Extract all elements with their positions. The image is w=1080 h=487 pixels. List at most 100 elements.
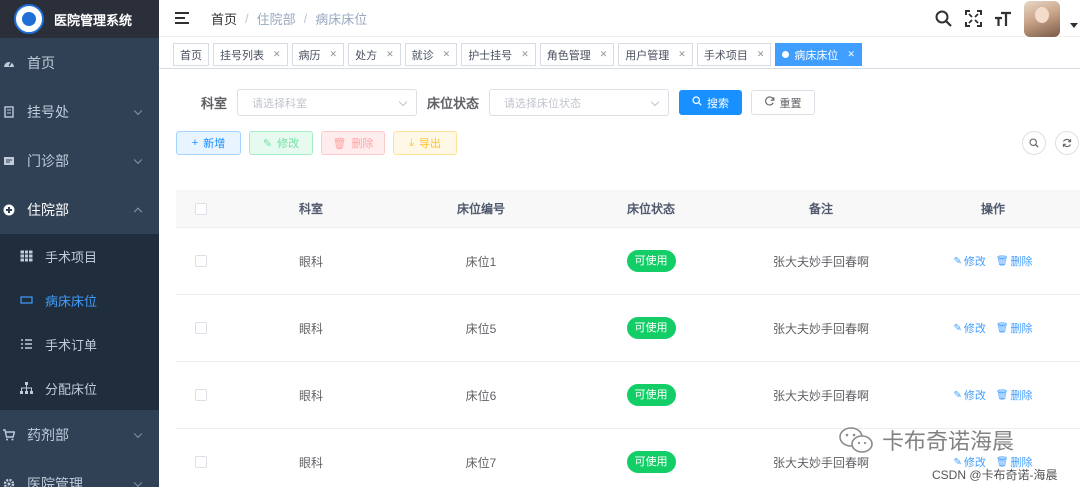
- close-icon[interactable]: ✕: [678, 49, 686, 60]
- cell-dept: 眼科: [298, 254, 323, 269]
- refresh-table-button[interactable]: [1055, 131, 1079, 155]
- tag-surgery-projects[interactable]: 手术项目 ✕: [696, 43, 772, 66]
- sidebar-item-inpatient[interactable]: 住院部: [0, 185, 159, 234]
- tag-role-management[interactable]: 角色管理 ✕: [539, 43, 615, 66]
- export-button-label: 导出: [418, 138, 441, 150]
- close-icon[interactable]: ✕: [757, 49, 765, 60]
- chevron-down-icon: [133, 155, 143, 164]
- tag-home[interactable]: 首页: [173, 43, 209, 66]
- row-delete-link[interactable]: 🗑 删除: [996, 320, 1033, 336]
- dept-select[interactable]: 请选择科室: [237, 89, 418, 116]
- avatar[interactable]: [1024, 1, 1060, 37]
- status-badge: 可使用: [626, 451, 676, 473]
- search-icon[interactable]: [934, 10, 952, 28]
- search-button[interactable]: 搜索: [679, 90, 743, 115]
- submenu-inpatient: 手术项目 病床床位 手术订单 分配床位: [0, 234, 159, 410]
- close-icon[interactable]: ✕: [386, 49, 394, 60]
- tag-label: 角色管理: [546, 49, 591, 62]
- close-icon[interactable]: ✕: [330, 49, 338, 60]
- tag-label: 病历: [298, 49, 321, 62]
- tag-visit[interactable]: 就诊 ✕: [404, 43, 458, 66]
- tag-label: 病床床位: [794, 49, 839, 62]
- sidebar-item-home[interactable]: 首页: [0, 38, 159, 87]
- close-icon[interactable]: ✕: [847, 49, 855, 60]
- register-icon: [3, 105, 15, 118]
- font-size-icon[interactable]: [994, 10, 1012, 28]
- status-select[interactable]: 请选择床位状态: [489, 89, 670, 116]
- trash-icon: 🗑: [332, 137, 347, 150]
- row-edit-link[interactable]: ✎ 修改: [953, 387, 985, 403]
- search-form: 科室 请选择科室 床位状态 请选择床位状态 搜索 重置: [201, 89, 816, 116]
- breadcrumb-item[interactable]: 首页: [211, 9, 237, 28]
- chevron-down-icon: [650, 97, 660, 107]
- list-icon: [20, 338, 33, 351]
- sidebar-item-pharmacy[interactable]: 药剂部: [0, 410, 159, 459]
- reset-button-label: 重置: [779, 97, 802, 110]
- tag-nurse-register[interactable]: 护士挂号 ✕: [461, 43, 536, 66]
- cell-dept: 眼科: [298, 388, 323, 403]
- row-delete-link[interactable]: 🗑 删除: [996, 387, 1033, 403]
- sidebar-item-register[interactable]: 挂号处: [0, 87, 159, 136]
- tag-register-list[interactable]: 挂号列表 ✕: [213, 43, 288, 66]
- tag-user-management[interactable]: 用户管理 ✕: [618, 43, 693, 66]
- status-badge: 可使用: [626, 317, 676, 339]
- table-header: 科室 床位编号 床位状态 备注 操作: [176, 190, 1080, 228]
- search-icon: [1029, 138, 1039, 148]
- download-icon: ⤓: [409, 136, 414, 149]
- chevron-down-icon: [133, 478, 143, 487]
- tag-label: 就诊: [411, 49, 434, 62]
- reset-button[interactable]: 重置: [751, 90, 816, 115]
- caret-down-icon[interactable]: [1070, 23, 1078, 28]
- app-logo[interactable]: 医院管理系统: [0, 0, 159, 38]
- close-icon[interactable]: ✕: [273, 49, 281, 60]
- tag-medical-record[interactable]: 病历 ✕: [291, 43, 345, 66]
- row-checkbox[interactable]: [195, 322, 207, 334]
- cell-bed: 床位6: [465, 388, 497, 403]
- sidebar-item-clinic[interactable]: 门诊部: [0, 136, 159, 185]
- row-delete-link[interactable]: 🗑 删除: [996, 253, 1033, 269]
- close-icon[interactable]: ✕: [600, 49, 608, 60]
- row-checkbox[interactable]: [195, 255, 207, 267]
- tag-beds[interactable]: 病床床位 ✕: [775, 43, 862, 66]
- cell-bed: 床位5: [465, 321, 497, 336]
- row-edit-link[interactable]: ✎ 修改: [953, 320, 985, 336]
- edit-icon: ✎: [953, 389, 962, 401]
- delete-button[interactable]: 🗑 删除: [321, 131, 385, 155]
- sidebar-item-label: 药剂部: [27, 426, 69, 443]
- sidebar-item-hospital-management[interactable]: 医院管理: [0, 459, 159, 487]
- sidebar-item-surgery-projects[interactable]: 手术项目: [0, 234, 159, 278]
- clinic-icon: [3, 155, 15, 167]
- cell-bed: 床位1: [465, 254, 497, 269]
- refresh-icon: [764, 96, 775, 109]
- sidebar-item-label: 住院部: [27, 201, 69, 218]
- tag-label: 处方: [355, 49, 378, 62]
- tree-icon: [20, 382, 33, 395]
- sidebar-item-beds[interactable]: 病床床位: [0, 278, 159, 322]
- sidebar-item-surgery-orders[interactable]: 手术订单: [0, 322, 159, 366]
- add-button[interactable]: + 新增: [176, 131, 241, 155]
- toggle-search-button[interactable]: [1022, 131, 1046, 155]
- hamburger-icon[interactable]: [175, 12, 189, 24]
- table-row: 眼科 床位1 可使用 张大夫妙手回春啊 ✎ 修改 🗑 删除: [176, 228, 1080, 295]
- watermark-text: 卡布奇诺海晨: [882, 429, 1015, 454]
- row-checkbox[interactable]: [195, 456, 207, 468]
- close-icon[interactable]: ✕: [521, 49, 529, 60]
- sidebar-item-assign-beds[interactable]: 分配床位: [0, 366, 159, 410]
- close-icon[interactable]: ✕: [443, 49, 451, 60]
- export-button[interactable]: ⤓ 导出: [393, 131, 457, 155]
- table-row: 眼科 床位5 可使用 张大夫妙手回春啊 ✎ 修改 🗑 删除: [176, 295, 1080, 362]
- breadcrumb-item[interactable]: 住院部: [257, 9, 296, 28]
- tag-prescription[interactable]: 处方 ✕: [348, 43, 401, 66]
- cell-note: 张大夫妙手回春啊: [772, 254, 869, 269]
- navbar: 首页 / 住院部 / 病床床位: [159, 0, 1080, 37]
- edit-button[interactable]: ✎ 修改: [249, 131, 313, 155]
- sidebar-item-label: 首页: [27, 54, 55, 71]
- cell-note: 张大夫妙手回春啊: [772, 388, 869, 403]
- submenu-label: 手术订单: [45, 337, 98, 353]
- submenu-label: 病床床位: [45, 293, 98, 309]
- trash-icon: 🗑: [995, 322, 1009, 334]
- row-edit-link[interactable]: ✎ 修改: [953, 253, 985, 269]
- fullscreen-icon[interactable]: [964, 10, 982, 28]
- row-checkbox[interactable]: [195, 389, 207, 401]
- select-all-checkbox[interactable]: [195, 202, 207, 215]
